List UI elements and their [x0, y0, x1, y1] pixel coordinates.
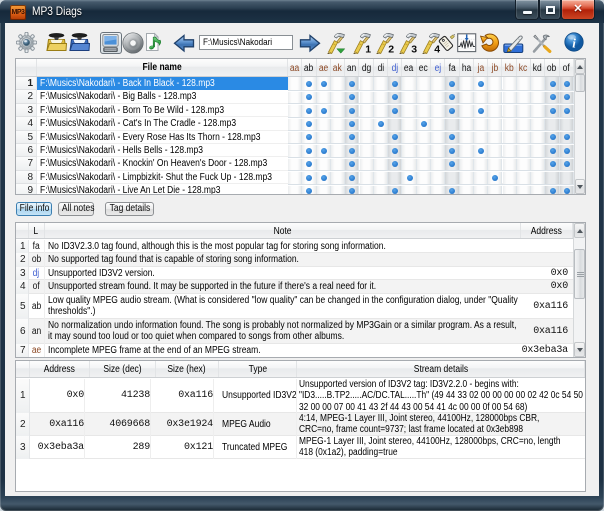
- svg-text:i: i: [572, 36, 576, 51]
- svg-text:1: 1: [365, 44, 371, 55]
- svg-text:2: 2: [388, 44, 394, 55]
- svg-text:3: 3: [411, 44, 417, 55]
